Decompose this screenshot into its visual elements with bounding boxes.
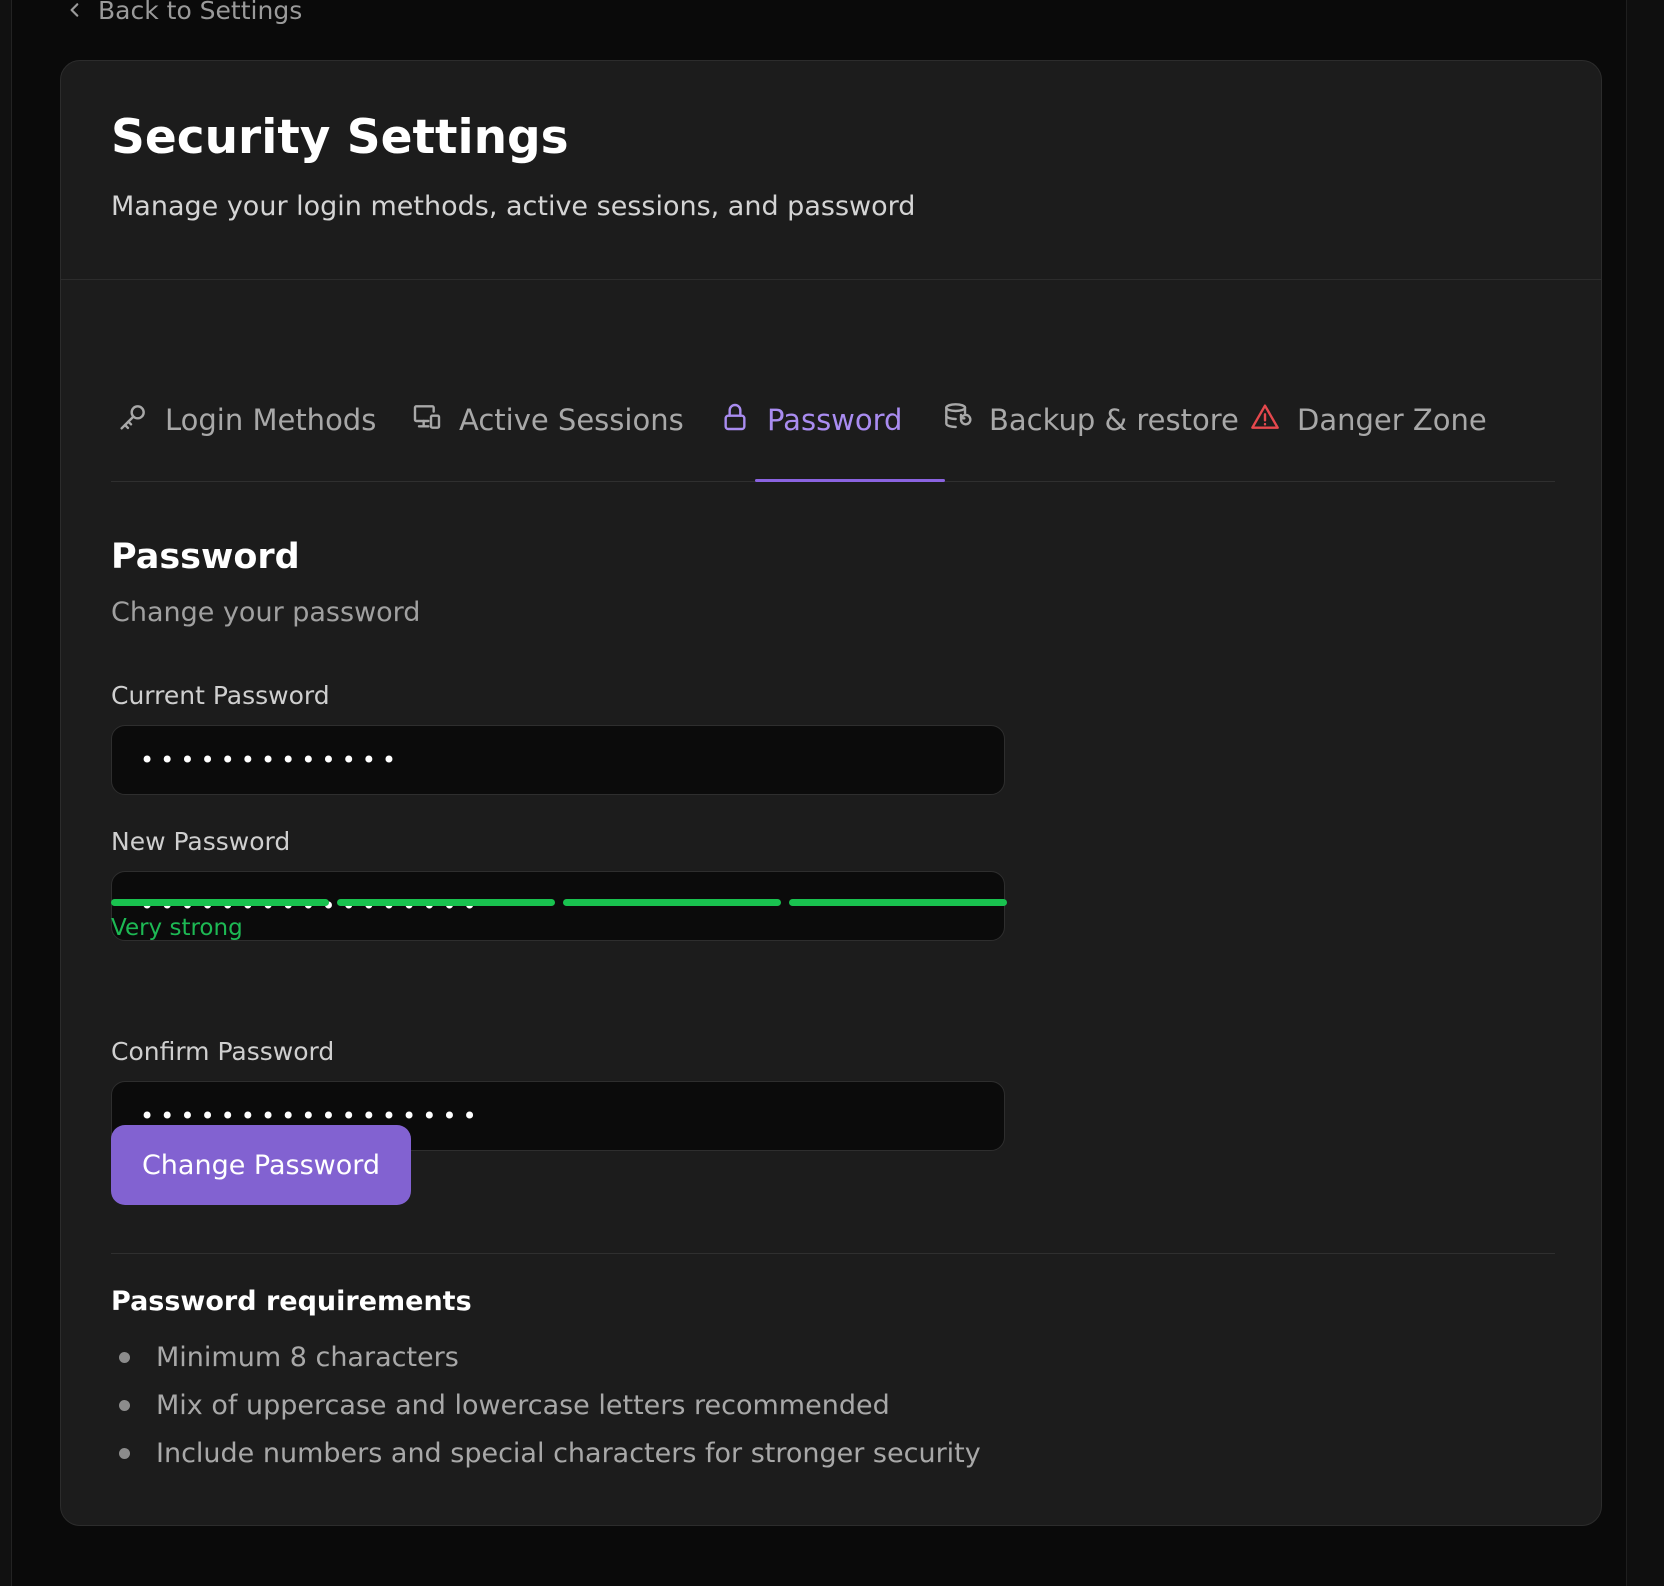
tab-label: Danger Zone — [1297, 403, 1487, 437]
security-settings-card: Security Settings Manage your login meth… — [60, 60, 1602, 1526]
bullet-icon — [119, 1447, 130, 1459]
section-subtitle: Change your password — [111, 597, 421, 628]
right-scrollbar-track[interactable] — [1626, 0, 1664, 1586]
requirement-text: Include numbers and special characters f… — [156, 1437, 981, 1469]
bullet-icon — [119, 1351, 130, 1363]
list-item: Include numbers and special characters f… — [111, 1429, 981, 1477]
warning-triangle-icon — [1249, 401, 1281, 440]
list-item: Minimum 8 characters — [111, 1333, 981, 1381]
strength-segment — [111, 899, 329, 906]
requirements-list: Minimum 8 characters Mix of uppercase an… — [111, 1333, 981, 1477]
password-strength-label: Very strong — [111, 915, 243, 941]
tab-password[interactable]: Password — [719, 359, 902, 481]
strength-segment — [337, 899, 555, 906]
requirement-text: Mix of uppercase and lowercase letters r… — [156, 1389, 890, 1421]
tab-bar: Login Methods Active Sessions Password B… — [111, 359, 1555, 482]
tab-label: Backup & restore — [989, 403, 1239, 437]
devices-icon — [411, 401, 443, 440]
current-password-label: Current Password — [111, 681, 330, 710]
tab-backup-restore[interactable]: Backup & restore — [941, 359, 1239, 481]
tab-active-sessions[interactable]: Active Sessions — [411, 359, 684, 481]
strength-segment — [789, 899, 1007, 906]
confirm-password-label: Confirm Password — [111, 1037, 335, 1066]
database-restore-icon — [941, 401, 973, 440]
card-header: Security Settings Manage your login meth… — [61, 61, 1601, 280]
strength-segment — [563, 899, 781, 906]
change-password-button[interactable]: Change Password — [111, 1125, 411, 1205]
left-panel-edge — [0, 0, 12, 1586]
active-tab-indicator — [755, 479, 945, 482]
tab-label: Password — [767, 403, 903, 437]
password-strength-meter — [111, 899, 1007, 907]
new-password-label: New Password — [111, 827, 291, 856]
chevron-left-icon — [66, 0, 84, 25]
tab-label: Login Methods — [165, 403, 377, 437]
section-divider — [111, 1253, 1555, 1254]
section-title: Password — [111, 537, 300, 577]
bullet-icon — [119, 1399, 130, 1411]
tab-label: Active Sessions — [459, 403, 684, 437]
lock-icon — [719, 401, 751, 440]
current-password-input[interactable] — [111, 725, 1005, 795]
page-title: Security Settings — [111, 110, 569, 165]
tab-login-methods[interactable]: Login Methods — [117, 359, 376, 481]
back-to-settings-link[interactable]: Back to Settings — [66, 0, 302, 28]
list-item: Mix of uppercase and lowercase letters r… — [111, 1381, 981, 1429]
key-icon — [117, 401, 149, 440]
requirements-title: Password requirements — [111, 1286, 472, 1317]
page-subtitle: Manage your login methods, active sessio… — [111, 191, 916, 223]
requirement-text: Minimum 8 characters — [156, 1341, 459, 1373]
back-link-label: Back to Settings — [98, 0, 303, 25]
tab-danger-zone[interactable]: Danger Zone — [1249, 359, 1487, 481]
